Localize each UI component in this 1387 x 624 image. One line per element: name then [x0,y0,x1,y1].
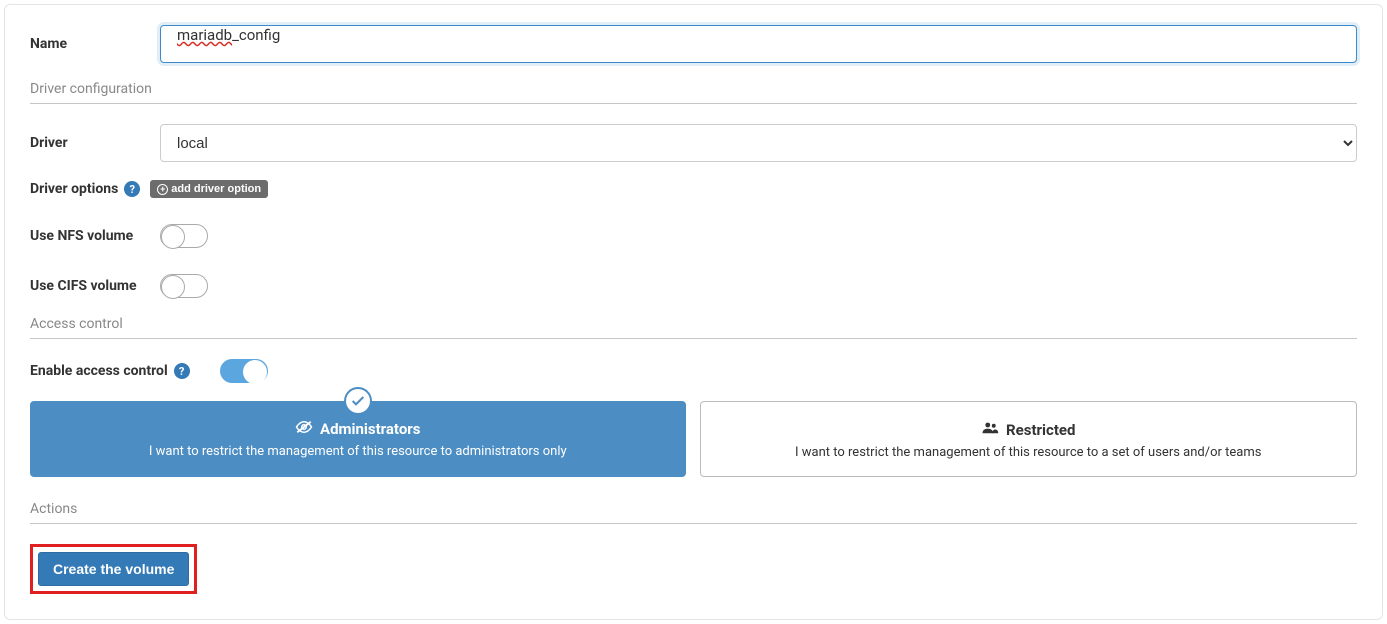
nfs-row: Use NFS volume [30,224,1357,248]
card-title-text: Restricted [1006,421,1075,439]
enable-access-toggle[interactable] [220,359,268,383]
add-driver-option-button[interactable]: + add driver option [150,180,268,198]
driver-options-label: Driver options [30,181,118,197]
cifs-label: Use CIFS volume [30,278,160,294]
check-icon [344,387,372,415]
name-row: Name mariadb_config [30,25,1357,63]
driver-label: Driver [30,135,160,151]
enable-access-row: Enable access control ? [30,359,1357,383]
driver-select[interactable]: local [160,124,1357,162]
help-icon[interactable]: ? [174,363,190,379]
create-volume-button[interactable]: Create the volume [38,552,189,586]
card-desc-text: I want to restrict the management of thi… [713,445,1345,460]
plus-icon: + [157,184,168,195]
nfs-toggle[interactable] [160,224,208,248]
eye-slash-icon [295,420,313,438]
cifs-toggle[interactable] [160,274,208,298]
enable-access-label: Enable access control [30,363,168,379]
name-input[interactable]: mariadb_config [160,25,1357,63]
name-label: Name [30,36,160,52]
highlight-box: Create the volume [30,544,197,594]
driver-options-row: Driver options ? + add driver option [30,180,1357,198]
card-title-text: Administrators [320,420,420,438]
driver-config-header: Driver configuration [30,81,1357,104]
access-card-administrators[interactable]: Administrators I want to restrict the ma… [30,401,686,477]
cifs-row: Use CIFS volume [30,274,1357,298]
actions-header: Actions [30,501,1357,524]
access-card-restricted[interactable]: Restricted I want to restrict the manage… [700,401,1358,477]
driver-row: Driver local [30,124,1357,162]
users-icon [981,421,999,439]
nfs-label: Use NFS volume [30,228,160,244]
access-control-header: Access control [30,316,1357,339]
card-desc-text: I want to restrict the management of thi… [42,444,674,459]
access-options-row: Administrators I want to restrict the ma… [30,401,1357,477]
help-icon[interactable]: ? [124,181,140,197]
volume-form-panel: Name mariadb_config Driver configuration… [4,4,1383,620]
